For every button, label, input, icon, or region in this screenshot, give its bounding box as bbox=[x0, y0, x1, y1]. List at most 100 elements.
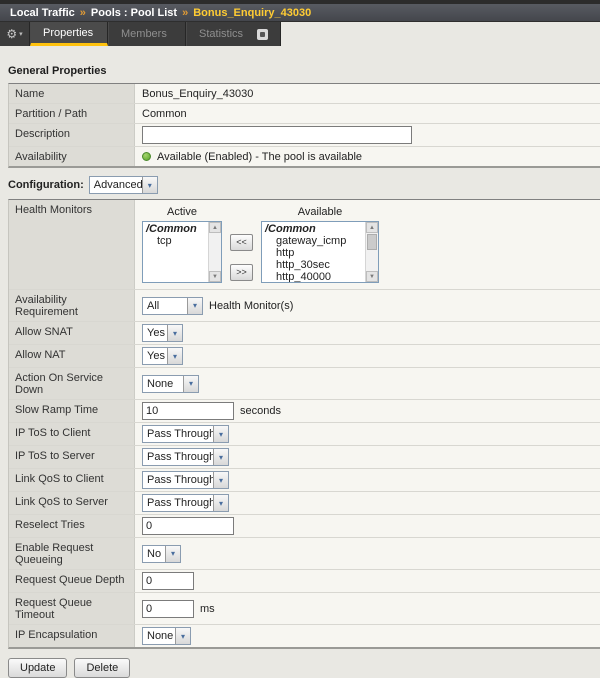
availability-label: Availability bbox=[9, 147, 135, 166]
action-on-service-down-select[interactable]: None ▾ bbox=[142, 375, 199, 393]
chevron-down-icon: ▾ bbox=[213, 495, 228, 511]
row-label: Link QoS to Client bbox=[9, 469, 135, 491]
tab-properties[interactable]: Properties bbox=[30, 22, 108, 46]
name-label: Name bbox=[9, 84, 135, 103]
slow-ramp-time-input[interactable] bbox=[142, 402, 234, 420]
select-value: Pass Through bbox=[143, 449, 213, 465]
row-suffix: Health Monitor(s) bbox=[209, 300, 293, 312]
partition-value: Common bbox=[135, 104, 600, 123]
list-item[interactable]: tcp bbox=[144, 235, 206, 247]
request-queue-depth-input[interactable] bbox=[142, 572, 194, 590]
gear-menu-button[interactable]: ⚙ ▾ bbox=[0, 22, 30, 46]
row-suffix: ms bbox=[200, 603, 215, 615]
breadcrumb-link-local-traffic[interactable]: Local Traffic bbox=[10, 7, 75, 19]
row-label: Allow NAT bbox=[9, 345, 135, 367]
request-queue-timeout-input[interactable] bbox=[142, 600, 194, 618]
table-row-description: Description bbox=[9, 124, 600, 147]
list-item[interactable]: gateway_icmp bbox=[263, 235, 363, 247]
listbox-group-label: /Common bbox=[263, 223, 363, 235]
launch-popup-icon[interactable] bbox=[257, 29, 268, 40]
ip-tos-to-client-select[interactable]: Pass Through ▾ bbox=[142, 425, 229, 443]
form-actions: Update Delete bbox=[8, 658, 600, 678]
available-monitors-listbox[interactable]: /Common gateway_icmp http http_30sec htt… bbox=[261, 221, 379, 283]
enable-request-queueing-select[interactable]: No ▾ bbox=[142, 545, 181, 563]
list-item[interactable]: http_40000 bbox=[263, 271, 363, 283]
health-monitors-label: Health Monitors bbox=[9, 200, 135, 289]
name-value: Bonus_Enquiry_43030 bbox=[135, 84, 600, 103]
table-row-link-qos-to-client: Link QoS to Client Pass Through ▾ bbox=[9, 469, 600, 492]
select-value: None bbox=[143, 376, 183, 392]
row-label: Enable Request Queueing bbox=[9, 538, 135, 569]
allow-snat-select[interactable]: Yes ▾ bbox=[142, 324, 183, 342]
update-button[interactable]: Update bbox=[8, 658, 67, 678]
scroll-down-icon[interactable]: ▼ bbox=[209, 271, 221, 282]
tab-statistics[interactable]: Statistics bbox=[186, 22, 281, 46]
configuration-label: Configuration: bbox=[8, 179, 84, 191]
table-row-availability-requirement: Availability Requirement All ▾ Health Mo… bbox=[9, 290, 600, 322]
ip-encapsulation-select[interactable]: None ▾ bbox=[142, 627, 191, 645]
table-row-ip-encapsulation: IP Encapsulation None ▾ bbox=[9, 625, 600, 647]
row-label: IP ToS to Server bbox=[9, 446, 135, 468]
tab-members[interactable]: Members bbox=[108, 22, 186, 46]
link-qos-to-client-select[interactable]: Pass Through ▾ bbox=[142, 471, 229, 489]
delete-button[interactable]: Delete bbox=[74, 658, 130, 678]
row-label: Action On Service Down bbox=[9, 368, 135, 399]
scroll-up-icon[interactable]: ▲ bbox=[209, 222, 221, 233]
description-input[interactable] bbox=[142, 126, 412, 144]
breadcrumb-link-pool-list[interactable]: Pools : Pool List bbox=[91, 7, 177, 19]
availability-status-text: Available (Enabled) - The pool is availa… bbox=[157, 151, 362, 163]
tab-label: Properties bbox=[43, 27, 93, 39]
available-list-header: Available bbox=[261, 204, 379, 221]
ip-tos-to-server-select[interactable]: Pass Through ▾ bbox=[142, 448, 229, 466]
list-item[interactable]: http_30sec bbox=[263, 259, 363, 271]
select-value: Pass Through bbox=[143, 472, 213, 488]
breadcrumb-current-pool: Bonus_Enquiry_43030 bbox=[193, 7, 311, 19]
row-label: Request Queue Timeout bbox=[9, 593, 135, 624]
scroll-up-icon[interactable]: ▲ bbox=[366, 222, 378, 233]
chevron-down-icon: ▾ bbox=[165, 546, 180, 562]
row-label: Link QoS to Server bbox=[9, 492, 135, 514]
chevron-down-icon: ▾ bbox=[175, 628, 190, 644]
table-row-request-queue-timeout: Request Queue Timeout ms bbox=[9, 593, 600, 625]
table-row-slow-ramp-time: Slow Ramp Time seconds bbox=[9, 400, 600, 423]
chevron-down-icon: ▾ bbox=[187, 298, 202, 314]
chevron-down-icon: ▾ bbox=[167, 348, 182, 364]
table-row-reselect-tries: Reselect Tries bbox=[9, 515, 600, 538]
row-label: Reselect Tries bbox=[9, 515, 135, 537]
select-value: Advanced bbox=[90, 177, 142, 193]
table-row-name: Name Bonus_Enquiry_43030 bbox=[9, 84, 600, 104]
availability-requirement-select[interactable]: All ▾ bbox=[142, 297, 203, 315]
allow-nat-select[interactable]: Yes ▾ bbox=[142, 347, 183, 365]
table-row-ip-tos-to-server: IP ToS to Server Pass Through ▾ bbox=[9, 446, 600, 469]
breadcrumb: Local Traffic » Pools : Pool List » Bonu… bbox=[0, 4, 600, 22]
table-row-allow-nat: Allow NAT Yes ▾ bbox=[9, 345, 600, 368]
configuration-mode: Configuration: Advanced ▾ bbox=[8, 176, 600, 194]
scroll-down-icon[interactable]: ▼ bbox=[366, 271, 378, 282]
general-properties-table: Name Bonus_Enquiry_43030 Partition / Pat… bbox=[8, 83, 600, 168]
select-value: No bbox=[143, 546, 165, 562]
configuration-mode-select[interactable]: Advanced ▾ bbox=[89, 176, 158, 194]
chevron-down-icon: ▾ bbox=[167, 325, 182, 341]
breadcrumb-separator: » bbox=[80, 7, 86, 19]
chevron-down-icon: ▾ bbox=[213, 472, 228, 488]
row-suffix: seconds bbox=[240, 405, 281, 417]
row-label: Slow Ramp Time bbox=[9, 400, 135, 422]
chevron-down-icon: ▾ bbox=[19, 30, 23, 38]
select-value: Yes bbox=[143, 325, 167, 341]
active-listbox-scrollbar: ▲ ▼ bbox=[208, 222, 221, 282]
link-qos-to-server-select[interactable]: Pass Through ▾ bbox=[142, 494, 229, 512]
table-row-request-queue-depth: Request Queue Depth bbox=[9, 570, 600, 593]
row-label: Allow SNAT bbox=[9, 322, 135, 344]
active-monitors-listbox[interactable]: /Common tcp ▲ ▼ bbox=[142, 221, 222, 283]
status-available-icon bbox=[142, 152, 151, 161]
list-item[interactable]: http bbox=[263, 247, 363, 259]
move-to-active-button[interactable]: << bbox=[230, 234, 253, 251]
select-value: All bbox=[143, 298, 187, 314]
gear-icon: ⚙ bbox=[6, 28, 17, 40]
select-value: None bbox=[143, 628, 175, 644]
reselect-tries-input[interactable] bbox=[142, 517, 234, 535]
tab-label: Statistics bbox=[199, 28, 243, 40]
scrollbar-thumb[interactable] bbox=[367, 234, 377, 250]
move-to-available-button[interactable]: >> bbox=[230, 264, 253, 281]
page-content: General Properties Name Bonus_Enquiry_43… bbox=[0, 65, 600, 649]
